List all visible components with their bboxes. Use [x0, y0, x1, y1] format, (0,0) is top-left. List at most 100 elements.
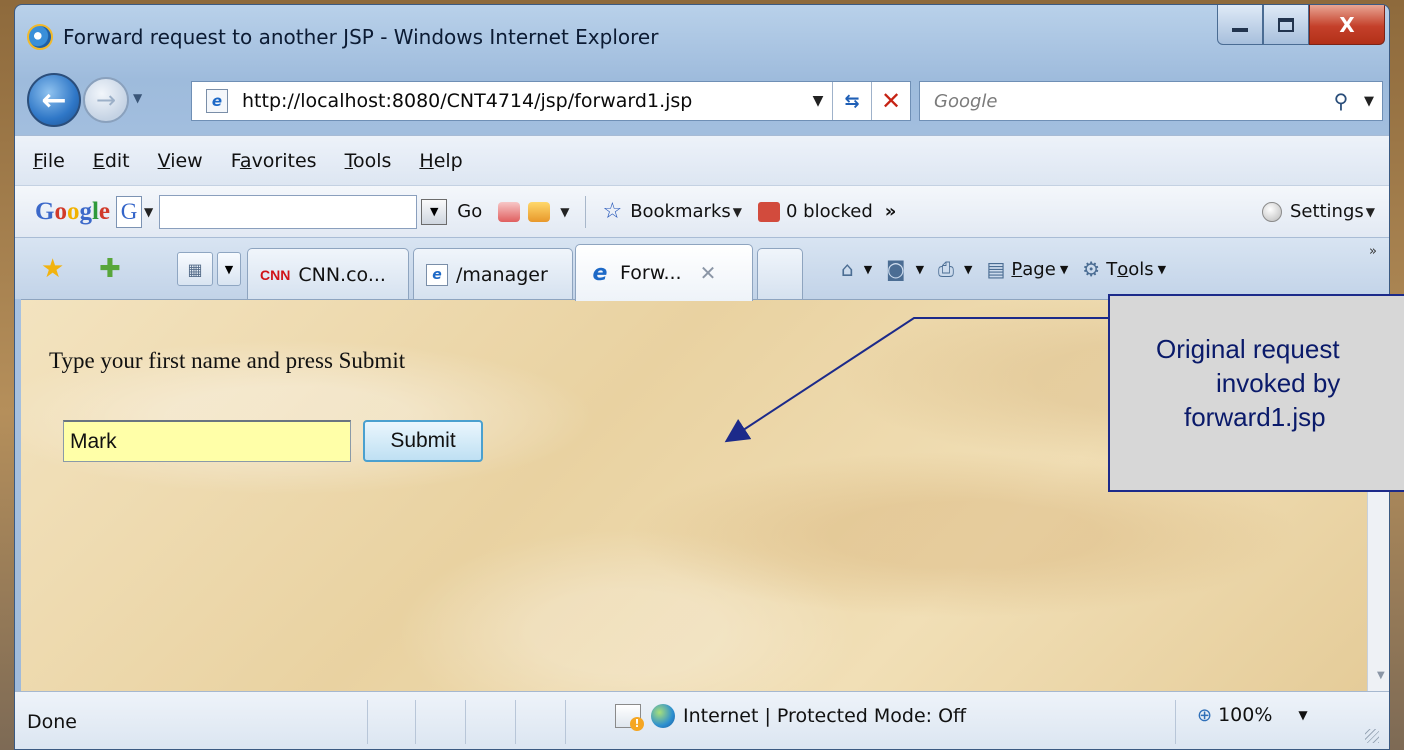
callout-line-3: forward1.jsp [1184, 402, 1326, 432]
page-icon: ▤ [986, 257, 1006, 281]
submit-button[interactable]: Submit [363, 420, 483, 462]
popup-blocker-icon [758, 201, 780, 222]
minimize-button[interactable] [1217, 5, 1263, 45]
bookmarks-button[interactable]: ☆ Bookmarks ▼ [602, 199, 742, 224]
ie-page-icon: e [426, 263, 448, 286]
sidewiki-icon [528, 201, 551, 222]
ie-icon: e [592, 260, 608, 286]
google-logo-letter: o [66, 197, 80, 225]
recent-pages-dropdown[interactable]: ▼ [133, 91, 147, 105]
url-text[interactable]: http://localhost:8080/CNT4714/jsp/forwar… [242, 90, 804, 112]
page-menu[interactable]: ▤ Page ▼ [987, 257, 1069, 281]
google-go-button[interactable]: Go [457, 201, 482, 222]
more-chevron-icon[interactable]: » [885, 201, 897, 222]
window-title: Forward request to another JSP - Windows… [63, 25, 659, 49]
menu-tools[interactable]: Tools [345, 150, 392, 172]
close-icon: X [1339, 12, 1355, 37]
print-icon: ⎙ [938, 257, 955, 281]
cnn-icon: CNN [260, 266, 291, 283]
google-search-input[interactable] [159, 194, 418, 229]
popup-blocker-button[interactable]: 0 blocked » [758, 201, 896, 222]
tab-close-icon[interactable]: ✕ [700, 261, 717, 285]
star-outline-icon: ☆ [602, 199, 623, 224]
refresh-icon[interactable]: ⇆ [833, 91, 871, 112]
search-field[interactable]: Google ⚲ ▼ [919, 81, 1383, 121]
back-arrow-icon: ← [41, 82, 67, 118]
ie-logo-icon [27, 24, 53, 50]
close-button[interactable]: X [1309, 5, 1385, 45]
google-logo-letter: g [79, 197, 92, 225]
tab-manager[interactable]: e /manager [413, 248, 573, 300]
google-search-dropdown-icon[interactable]: ▼ [421, 198, 448, 225]
window-controls: X [1217, 5, 1385, 45]
new-tab-button[interactable] [757, 248, 803, 300]
zoom-dropdown-icon[interactable]: ▼ [1298, 708, 1307, 722]
google-plugin-buttons[interactable]: ▼ [498, 201, 569, 222]
google-settings-button[interactable]: Settings ▼ [1261, 201, 1375, 222]
google-toolbar: Google G ▼ ▼ Go ▼ ☆ Bookmarks ▼ 0 blocked… [15, 185, 1389, 237]
tab-cnn[interactable]: CNN CNN.co... [247, 248, 409, 300]
menu-favorites[interactable]: Favorites [231, 150, 317, 172]
tools-menu[interactable]: ⚙ To ols ▼ [1082, 257, 1166, 281]
google-logo-letter: G [35, 197, 55, 225]
page-prompt-text: Type your first name and press Submit [49, 348, 406, 373]
address-dropdown-icon[interactable]: ▼ [804, 93, 832, 109]
zoom-control[interactable]: ⊕ 100% ▼ [1197, 704, 1308, 726]
settings-icon [1261, 201, 1282, 222]
home-icon: ⌂ [841, 257, 854, 281]
scroll-down-arrow-icon[interactable]: ▼ [1377, 670, 1385, 681]
google-menu-caret-icon[interactable]: ▼ [144, 205, 153, 219]
menu-view[interactable]: View [158, 150, 203, 172]
tab-forward[interactable]: e Forw... ✕ [575, 244, 753, 301]
google-logo-letter: e [98, 197, 111, 225]
search-icon[interactable]: ⚲ [1326, 89, 1356, 113]
resize-grip-icon[interactable] [1365, 729, 1379, 743]
security-zone[interactable]: Internet | Protected Mode: Off [615, 704, 966, 731]
plugin-dropdown-icon[interactable]: ▼ [560, 205, 569, 219]
maximize-button[interactable] [1263, 5, 1309, 45]
feeds-button[interactable]: ◙ ▼ [886, 257, 924, 281]
tab-bar: ★ ✚ ▦ ▼ CNN CNN.co... e /manager e Forw.… [15, 237, 1389, 301]
toolbar-overflow-chevron-icon[interactable]: » [1369, 244, 1377, 259]
search-options-dropdown-icon[interactable]: ▼ [1356, 94, 1382, 109]
maximize-icon [1278, 17, 1294, 32]
google-logo-letter: l [91, 197, 99, 225]
rss-feed-icon: ◙ [886, 257, 906, 281]
google-menu-button[interactable]: G [116, 195, 143, 228]
forward-button[interactable]: → [83, 77, 129, 123]
security-warning-icon [615, 704, 644, 731]
page-icon: e [206, 89, 228, 113]
google-logo[interactable]: Google [35, 198, 110, 226]
minimize-icon [1232, 27, 1248, 32]
tab-list-dropdown-icon[interactable]: ▼ [217, 252, 241, 286]
gear-icon: ⚙ [1082, 257, 1101, 281]
zoom-icon: ⊕ [1197, 704, 1213, 726]
home-button[interactable]: ⌂ ▼ [841, 257, 872, 281]
status-text: Done [27, 710, 77, 733]
google-logo-letter: o [54, 197, 67, 225]
status-bar: Done Internet | Protected Mode: Off ⊕ 10… [15, 691, 1389, 749]
menu-edit[interactable]: Edit [93, 150, 130, 172]
menu-help[interactable]: Help [419, 150, 462, 172]
add-favorites-icon[interactable]: ✚ [99, 254, 121, 284]
plugin-icon [498, 201, 521, 222]
callout-line-1: Original request [1156, 334, 1340, 364]
first-name-input[interactable] [63, 420, 351, 462]
title-bar[interactable]: Forward request to another JSP - Windows… [15, 5, 1389, 65]
quick-tabs-button[interactable]: ▦ [177, 252, 213, 286]
search-placeholder[interactable]: Google [920, 91, 1326, 112]
command-bar: ⌂ ▼ ◙ ▼ ⎙ ▼ ▤ Page ▼ ⚙ To ols ▼ [841, 252, 1180, 286]
favorites-center-icon[interactable]: ★ [41, 254, 64, 284]
stop-icon[interactable]: ✕ [872, 87, 910, 115]
forward-arrow-icon: → [95, 86, 117, 114]
internet-globe-icon [651, 704, 675, 728]
toolbar-separator [585, 195, 587, 228]
callout-line-2: invoked by [1216, 368, 1341, 398]
address-field[interactable]: e http://localhost:8080/CNT4714/jsp/forw… [191, 81, 911, 121]
quick-tabs-icon: ▦ [187, 259, 203, 279]
annotation-callout: Original request invoked by forward1.jsp [1108, 294, 1404, 492]
back-button[interactable]: ← [27, 73, 81, 127]
menu-file[interactable]: File [33, 150, 65, 172]
print-button[interactable]: ⎙ ▼ [938, 257, 972, 281]
address-bar-row: ← → ▼ e http://localhost:8080/CNT4714/js… [15, 69, 1389, 135]
